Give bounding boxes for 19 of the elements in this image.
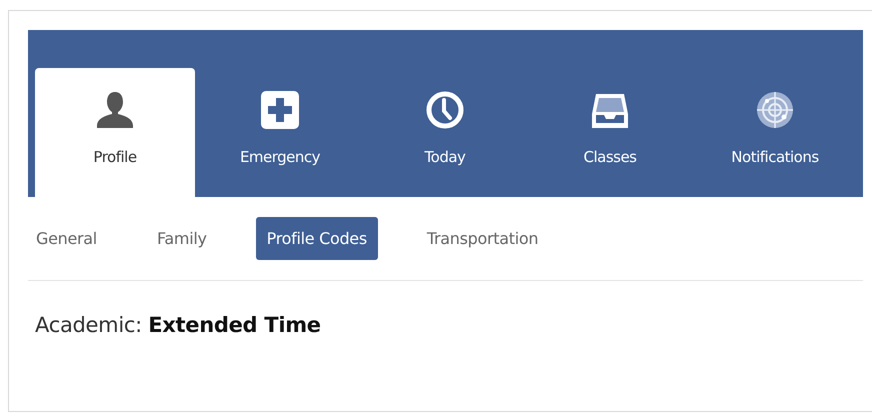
nav-tab[interactable]: Emergency: [200, 68, 360, 197]
tab-label: Emergency: [240, 148, 320, 166]
nav-tab[interactable]: Today: [365, 68, 525, 197]
sub-tab[interactable]: Profile Codes: [256, 217, 378, 260]
plus-icon: [260, 90, 300, 130]
profile-code-text: Academic: Extended Time: [35, 313, 322, 337]
sub-tab[interactable]: Family: [146, 217, 218, 260]
sub-tab[interactable]: Transportation: [416, 217, 550, 260]
nav-tab[interactable]: Profile: [35, 68, 195, 197]
nav-tab[interactable]: Classes: [530, 68, 690, 197]
tab-label: Notifications: [731, 148, 819, 166]
tab-label: Profile: [93, 148, 137, 166]
sub-tab[interactable]: General: [36, 217, 108, 260]
tab-label: Today: [424, 148, 466, 166]
nav-tab[interactable]: Notifications: [695, 68, 855, 197]
tab-label: Classes: [583, 148, 636, 166]
person-icon: [95, 90, 135, 130]
clock-icon: [425, 90, 465, 130]
radar-icon: [755, 90, 795, 130]
